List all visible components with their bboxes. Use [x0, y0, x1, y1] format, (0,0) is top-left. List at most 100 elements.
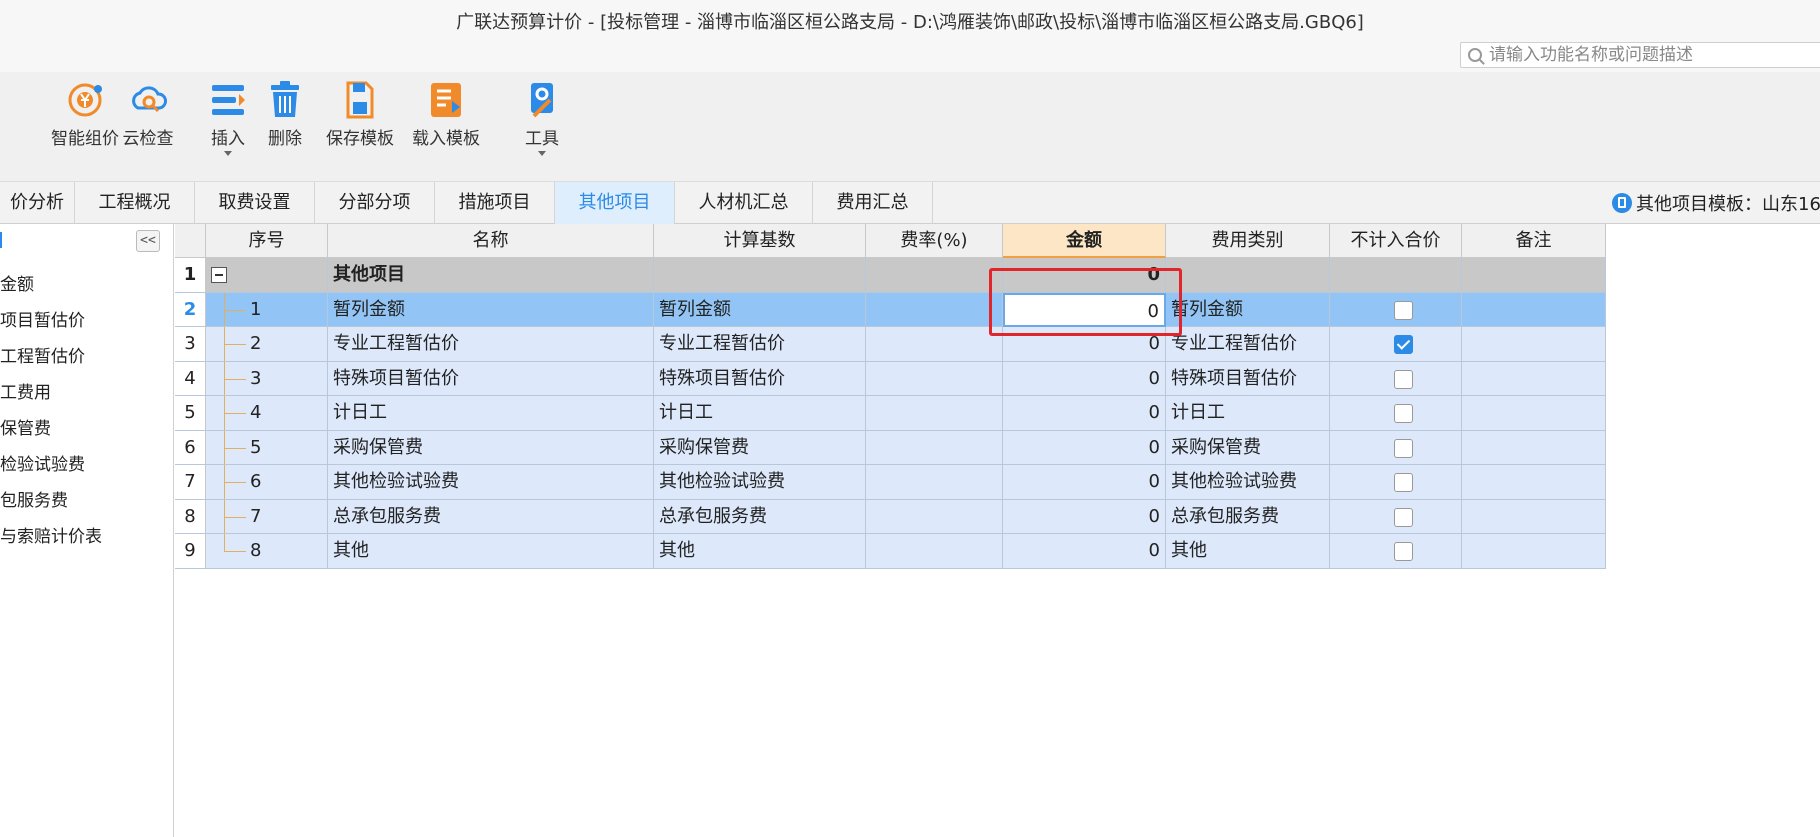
remark-cell[interactable] [1462, 534, 1606, 569]
base-cell[interactable]: 总承包服务费 [654, 499, 866, 534]
table-row[interactable]: 3 2 专业工程暂估价 专业工程暂估价 0 专业工程暂估价 [175, 327, 1606, 362]
remark-cell[interactable] [1462, 327, 1606, 362]
rate-cell[interactable] [866, 258, 1003, 293]
base-cell[interactable]: 采购保管费 [654, 430, 866, 465]
name-cell[interactable]: 总承包服务费 [328, 499, 654, 534]
exclude-checkbox[interactable] [1394, 438, 1413, 458]
remark-cell[interactable] [1462, 361, 1606, 396]
cloud-check-button[interactable]: 云检查 [118, 80, 178, 149]
rate-cell[interactable] [866, 465, 1003, 500]
table-row[interactable]: 4 3 特殊项目暂估价 特殊项目暂估价 0 特殊项目暂估价 [175, 361, 1606, 396]
tab-sub-items[interactable]: 分部分项 [315, 182, 435, 224]
category-cell[interactable]: 采购保管费 [1166, 430, 1330, 465]
rate-cell[interactable] [866, 361, 1003, 396]
remark-cell[interactable] [1462, 396, 1606, 431]
category-cell[interactable]: 总承包服务费 [1166, 499, 1330, 534]
rate-cell[interactable] [866, 327, 1003, 362]
rate-cell[interactable] [866, 396, 1003, 431]
column-header-base[interactable]: 计算基数 [654, 224, 866, 258]
exclude-checkbox[interactable] [1394, 507, 1413, 527]
base-cell[interactable]: 其他 [654, 534, 866, 569]
category-cell[interactable]: 暂列金额 [1166, 292, 1330, 327]
column-header-rate[interactable]: 费率(%) [866, 224, 1003, 258]
tab-price-analysis[interactable]: 价分析 [0, 182, 75, 224]
name-cell[interactable]: 专业工程暂估价 [328, 327, 654, 362]
remark-cell[interactable] [1462, 292, 1606, 327]
table-row[interactable]: 6 5 采购保管费 采购保管费 0 采购保管费 [175, 430, 1606, 465]
tab-project-overview[interactable]: 工程概况 [75, 182, 195, 224]
name-cell[interactable]: 计日工 [328, 396, 654, 431]
category-cell[interactable]: 其他 [1166, 534, 1330, 569]
base-cell[interactable]: 计日工 [654, 396, 866, 431]
left-nav-item[interactable]: 工程暂估价 [0, 342, 85, 367]
load-template-button[interactable]: 载入模板 [407, 80, 485, 149]
exclude-checkbox[interactable] [1394, 369, 1413, 389]
amount-cell[interactable]: 0 [1003, 534, 1166, 569]
column-header-remark[interactable]: 备注 [1462, 224, 1606, 258]
search-input[interactable] [1489, 45, 1809, 65]
exclude-checkbox[interactable] [1394, 473, 1413, 492]
tools-button[interactable]: 工具 [520, 80, 564, 156]
exclude-cell[interactable] [1330, 258, 1462, 293]
amount-cell[interactable]: 0 [1003, 258, 1166, 293]
amount-input[interactable]: 0 [1003, 292, 1166, 327]
remark-cell[interactable] [1462, 499, 1606, 534]
remark-cell[interactable] [1462, 465, 1606, 500]
table-row[interactable]: 8 7 总承包服务费 总承包服务费 0 总承包服务费 [175, 499, 1606, 534]
category-cell[interactable]: 其他检验试验费 [1166, 465, 1330, 500]
category-cell[interactable]: 特殊项目暂估价 [1166, 361, 1330, 396]
amount-cell[interactable]: 0 [1003, 430, 1166, 465]
table-row[interactable]: 2 1 暂列金额 暂列金额 0 暂列金额 [175, 292, 1606, 327]
name-cell[interactable]: 暂列金额 [328, 292, 654, 327]
rate-cell[interactable] [866, 499, 1003, 534]
base-cell[interactable]: 特殊项目暂估价 [654, 361, 866, 396]
left-nav-item[interactable]: 工费用 [0, 378, 51, 403]
name-cell[interactable]: 其他检验试验费 [328, 465, 654, 500]
column-header-category[interactable]: 费用类别 [1166, 224, 1330, 258]
left-nav-item[interactable]: 保管费 [0, 414, 51, 439]
base-cell[interactable]: 专业工程暂估价 [654, 327, 866, 362]
rate-cell[interactable] [866, 292, 1003, 327]
remark-cell[interactable] [1462, 430, 1606, 465]
collapse-tree-icon[interactable] [211, 267, 227, 283]
remark-cell[interactable] [1462, 258, 1606, 293]
column-header-exclude[interactable]: 不计入合价 [1330, 224, 1462, 258]
table-row[interactable]: 5 4 计日工 计日工 0 计日工 [175, 396, 1606, 431]
search-box[interactable] [1460, 42, 1820, 68]
table-row[interactable]: 9 8 其他 其他 0 其他 [175, 534, 1606, 569]
left-nav-item[interactable]: 与索赔计价表 [0, 522, 102, 547]
exclude-checkbox[interactable] [1394, 300, 1413, 320]
table-row[interactable]: 7 6 其他检验试验费 其他检验试验费 0 其他检验试验费 [175, 465, 1606, 500]
exclude-checkbox[interactable] [1394, 404, 1413, 423]
left-nav-item[interactable]: 金额 [0, 270, 34, 295]
category-cell[interactable]: 计日工 [1166, 396, 1330, 431]
insert-button[interactable]: 插入 [204, 80, 252, 156]
column-header-seq[interactable]: 序号 [206, 224, 328, 258]
template-info[interactable]: 其他项目模板：山东16 [1612, 190, 1820, 216]
base-cell[interactable] [654, 258, 866, 293]
category-cell[interactable] [1166, 258, 1330, 293]
base-cell[interactable]: 其他检验试验费 [654, 465, 866, 500]
left-nav-item[interactable]: 检验试验费 [0, 450, 85, 475]
tab-cost-summary[interactable]: 费用汇总 [813, 182, 933, 224]
base-cell[interactable]: 暂列金额 [654, 292, 866, 327]
name-cell[interactable]: 其他 [328, 534, 654, 569]
tab-fee-settings[interactable]: 取费设置 [195, 182, 315, 224]
rate-cell[interactable] [866, 534, 1003, 569]
table-row-parent[interactable]: 1 其他项目 0 [175, 258, 1606, 293]
amount-cell[interactable]: 0 [1003, 327, 1166, 362]
left-nav-item[interactable]: 包服务费 [0, 486, 68, 511]
tab-labor-material-summary[interactable]: 人材机汇总 [675, 182, 813, 224]
name-cell[interactable]: 其他项目 [328, 258, 654, 293]
exclude-checkbox[interactable] [1394, 335, 1413, 354]
delete-button[interactable]: 删除 [262, 80, 308, 149]
amount-cell[interactable]: 0 [1003, 361, 1166, 396]
amount-cell[interactable]: 0 [1003, 396, 1166, 431]
category-cell[interactable]: 专业工程暂估价 [1166, 327, 1330, 362]
column-header-name[interactable]: 名称 [328, 224, 654, 258]
name-cell[interactable]: 特殊项目暂估价 [328, 361, 654, 396]
tab-measures[interactable]: 措施项目 [435, 182, 555, 224]
rate-cell[interactable] [866, 430, 1003, 465]
name-cell[interactable]: 采购保管费 [328, 430, 654, 465]
save-template-button[interactable]: 保存模板 [321, 80, 399, 149]
